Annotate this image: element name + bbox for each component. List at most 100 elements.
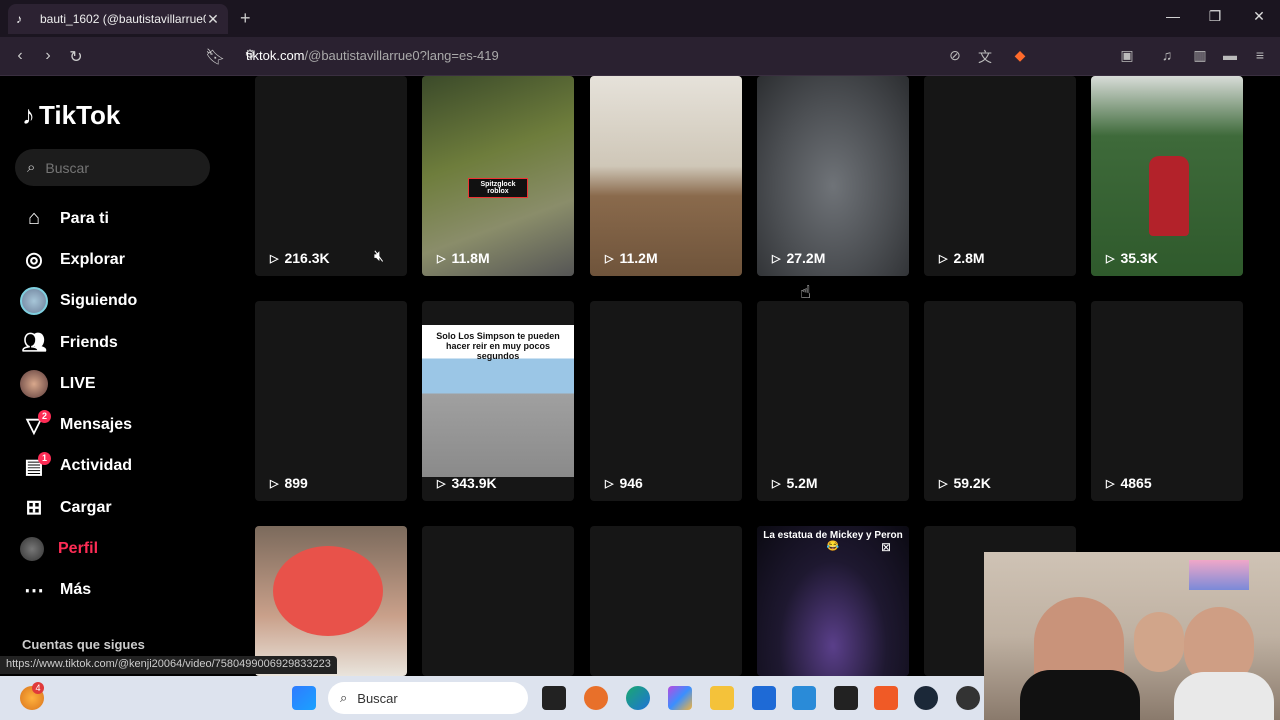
sidebar-item-para-ti[interactable]: ⌂ Para ti — [0, 198, 240, 239]
home-icon: ⌂ — [27, 207, 41, 230]
sidebar-search[interactable]: ⌕ — [15, 149, 210, 186]
sidebar-item-label: Actividad — [60, 457, 133, 475]
search-icon: ⌕ — [340, 690, 348, 705]
play-icon: ▷ — [270, 252, 279, 265]
video-thumbnail — [590, 76, 742, 276]
store-icon[interactable] — [752, 686, 776, 710]
view-count: ▷ 946 — [605, 475, 643, 491]
video-card[interactable]: ▷ 216.3K — [255, 76, 407, 276]
person-figure — [1134, 612, 1184, 672]
brave-shield-icon[interactable]: ◆ — [1010, 47, 1030, 64]
view-count: ▷ 2.8M — [939, 250, 985, 266]
view-count-text: 35.3K — [1120, 250, 1158, 266]
player-figure — [1149, 156, 1189, 236]
live-avatar — [20, 369, 48, 398]
sidebar-item-siguiendo[interactable]: Siguiendo — [0, 281, 240, 322]
logo-text: TikTok — [39, 100, 121, 130]
bookmark-icon[interactable]: 🔖︎ — [205, 47, 225, 67]
url-field[interactable]: tiktok.com/@bautistavillarrue0?lang=es-4… — [246, 48, 499, 63]
view-count-text: 4865 — [1120, 475, 1152, 491]
video-card[interactable]: ▷ 946 — [590, 301, 742, 501]
sidebar-item-label: Cargar — [60, 498, 112, 516]
window-close-icon[interactable]: ✕ — [1249, 8, 1269, 25]
sidebar-toggle-icon[interactable]: ▥ — [1190, 47, 1210, 64]
sidebar-item-explorar[interactable]: ◎ Explorar — [0, 239, 240, 280]
restore-icon[interactable]: ❐ — [1205, 8, 1225, 25]
sidebar-item-label: Para ti — [60, 209, 109, 227]
sidebar-item-perfil[interactable]: Perfil — [0, 528, 240, 569]
task-view-icon[interactable] — [542, 686, 566, 710]
file-explorer-icon[interactable] — [710, 686, 734, 710]
media-icon[interactable]: ♫ — [1157, 47, 1177, 63]
video-card[interactable] — [255, 526, 407, 676]
forward-icon[interactable]: › — [38, 47, 58, 65]
view-count: ▷ 11.2M — [605, 250, 658, 266]
steam-icon[interactable] — [914, 686, 938, 710]
translate-icon[interactable]: 文 — [975, 47, 995, 67]
mail-icon[interactable] — [792, 686, 816, 710]
app-icon[interactable] — [834, 686, 858, 710]
view-count-text: 11.8M — [451, 250, 490, 266]
video-card[interactable]: ▷ 27.2M — [757, 76, 909, 276]
new-tab-button[interactable]: + — [240, 8, 251, 29]
menu-icon[interactable]: ≡ — [1250, 47, 1270, 63]
minimize-icon[interactable]: — — [1163, 8, 1183, 24]
video-card[interactable]: ▷ 59.2K — [924, 301, 1076, 501]
app-icon[interactable] — [584, 686, 608, 710]
sidebar-item-live[interactable]: LIVE — [0, 363, 240, 404]
url-host: tiktok.com — [246, 48, 305, 63]
view-count: ▷ 4865 — [1106, 475, 1152, 491]
tab-search-icon[interactable]: ▣ — [1117, 47, 1137, 64]
sidebar-item-mensajes[interactable]: ▽ 2 Mensajes — [0, 404, 240, 445]
copilot-icon[interactable] — [668, 686, 692, 710]
browser-tab[interactable]: ♪ bauti_1602 (@bautistavillarrue0) ✕ — [8, 4, 228, 34]
obs-icon[interactable] — [956, 686, 980, 710]
taskbar-search-placeholder: Buscar — [357, 690, 398, 706]
video-card[interactable]: ▷ 5.2M — [757, 301, 909, 501]
tab-close-icon[interactable]: ✕ — [206, 11, 220, 28]
view-count: ▷ 35.3K — [1106, 250, 1158, 266]
video-card[interactable]: ▷ 11.2M — [590, 76, 742, 276]
activity-badge: 1 — [38, 451, 51, 465]
sidebar-item-cargar[interactable]: ⊞ Cargar — [0, 487, 240, 528]
video-card[interactable]: ▷ 35.3K — [1091, 76, 1243, 276]
brave-icon[interactable] — [874, 686, 898, 710]
view-count-text: 59.2K — [953, 475, 991, 491]
view-count-text: 216.3K — [284, 250, 330, 266]
back-icon[interactable]: ‹ — [10, 47, 30, 65]
video-thumbnail — [757, 76, 909, 276]
video-card[interactable]: Solo Los Simpson te pueden hacer reir en… — [422, 301, 574, 501]
video-card[interactable]: Spitzglock roblox ▷ 11.8M — [422, 76, 574, 276]
video-thumbnail — [422, 76, 574, 276]
sidebar-item-actividad[interactable]: ▤ 1 Actividad — [0, 446, 240, 487]
sidebar: ♪ TikTok ⌕ ⌂ Para ti ◎ Explorar Siguiend… — [0, 76, 240, 676]
view-count: ▷ 11.8M — [437, 250, 490, 266]
video-card[interactable] — [422, 526, 574, 676]
video-card[interactable]: La estatua de Mickey y Peron 😂 ⊠ — [757, 526, 909, 676]
sidebar-item-friends[interactable]: 👥︎ Friends — [0, 322, 240, 363]
view-count-text: 5.2M — [786, 475, 818, 491]
tiktok-logo[interactable]: ♪ TikTok — [22, 100, 120, 131]
edge-icon[interactable] — [626, 686, 650, 710]
share-icon[interactable]: ⊘ — [945, 47, 965, 64]
compass-icon: ◎ — [25, 249, 43, 272]
taskbar-search[interactable]: ⌕ Buscar — [328, 682, 528, 714]
video-card[interactable]: ▷ 2.8M — [924, 76, 1076, 276]
more-icon: ⋯ — [24, 579, 44, 602]
reload-icon[interactable]: ↻ — [66, 47, 86, 67]
sidebar-item-mas[interactable]: ⋯ Más — [0, 570, 240, 611]
view-count-text: 27.2M — [786, 250, 826, 266]
search-input[interactable] — [45, 159, 196, 176]
video-caption: Solo Los Simpson te pueden hacer reir en… — [436, 331, 560, 361]
status-url: https://www.tiktok.com/@kenji20064/video… — [0, 656, 337, 674]
person-figure — [273, 546, 383, 636]
video-card[interactable]: ▷ 4865 — [1091, 301, 1243, 501]
video-card[interactable] — [590, 526, 742, 676]
mute-icon[interactable]: 🔇︎ — [374, 248, 384, 266]
webcam-overlay — [984, 552, 1280, 720]
video-card[interactable]: ▷ 899 — [255, 301, 407, 501]
browser-tab-bar: ♪ bauti_1602 (@bautistavillarrue0) ✕ + —… — [0, 0, 1280, 37]
address-bar: ‹ › ↻ 🔖︎ ⚙︎ tiktok.com/@bautistavillarru… — [0, 37, 1280, 76]
profile-icon[interactable]: ▬ — [1220, 47, 1240, 63]
windows-start-icon[interactable] — [292, 686, 316, 710]
